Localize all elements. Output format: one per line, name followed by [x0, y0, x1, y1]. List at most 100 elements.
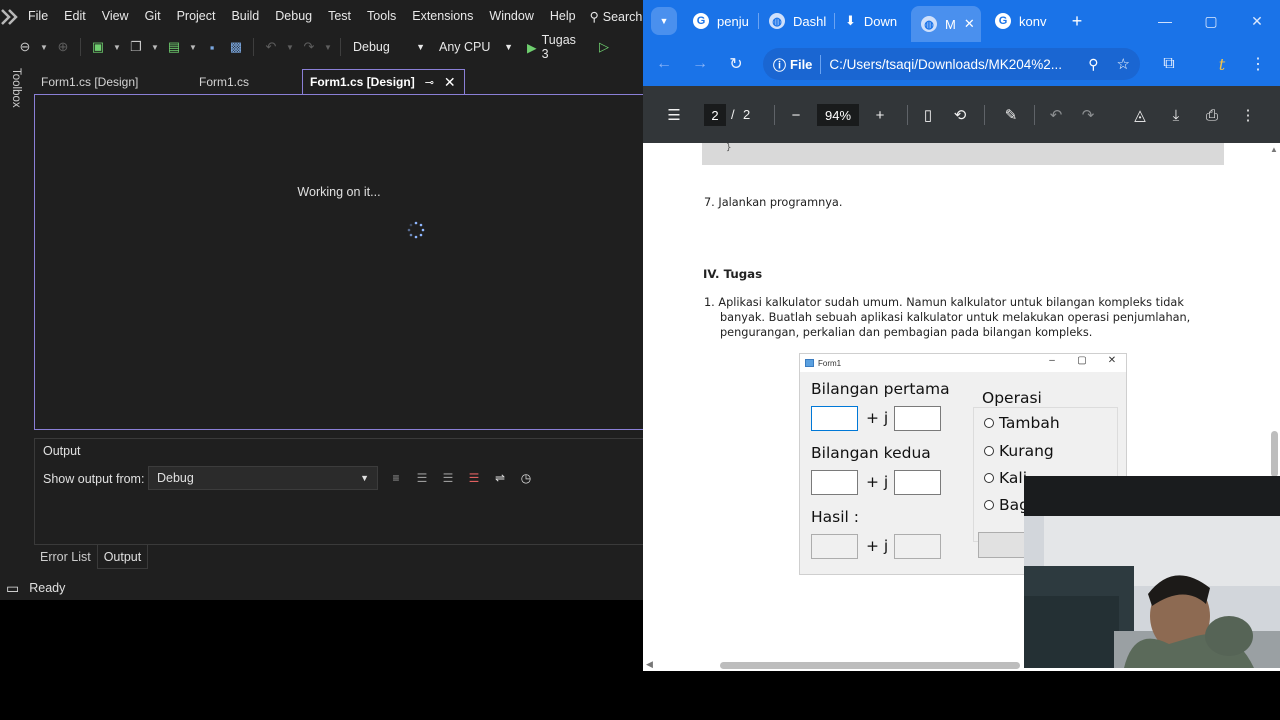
chrome-tab-1[interactable]: G penju — [683, 7, 755, 35]
site-info-label: File — [790, 56, 813, 72]
menu-test[interactable]: Test — [320, 0, 359, 33]
download-icon[interactable]: ⤓ — [1165, 104, 1187, 126]
page-number-input[interactable]: 2 — [704, 104, 726, 126]
save-all-icon[interactable]: ▩ — [225, 36, 247, 58]
new-project-icon[interactable]: ▣ — [87, 36, 109, 58]
maximize-icon[interactable]: ▢ — [1196, 8, 1226, 34]
word-wrap-icon[interactable]: ⇌ — [489, 467, 511, 489]
toolbox-tab[interactable]: Toolbox — [8, 68, 24, 116]
save-icon[interactable]: ▪ — [201, 36, 223, 58]
chrome-tab-title: penju — [717, 13, 749, 29]
find-message-icon[interactable]: ≡ — [385, 467, 407, 489]
chrome-tab-title: konv — [1019, 13, 1047, 29]
save-to-drive-icon[interactable]: ◬ — [1129, 104, 1151, 126]
undo-icon[interactable]: ↶ — [1045, 104, 1067, 126]
extensions-icon[interactable]: ⧉ — [1158, 53, 1180, 75]
platform-dropdown[interactable]: Any CPU ▼ — [433, 36, 519, 58]
configuration-dropdown[interactable]: Debug ▼ — [347, 36, 431, 58]
profile-extension-icon[interactable]: t — [1211, 53, 1233, 75]
menu-help[interactable]: Help — [542, 0, 584, 33]
pdf-toolbar: ☰ 2 / 2 − 94% + ▯ ⟲ ✎ ↶ ↷ ◬ ⤓ ⎙ ⋮ — [643, 86, 1280, 143]
new-file-caret-icon[interactable]: ▼ — [149, 43, 161, 52]
form-app-icon — [805, 359, 814, 367]
vs-search[interactable]: ⚲ Search — [584, 9, 649, 25]
tab-form1-design-1[interactable]: Form1.cs [Design] — [34, 69, 192, 94]
vs-logo-icon[interactable] — [0, 0, 20, 33]
designer-surface[interactable]: Working on it... — [34, 94, 643, 430]
scroll-up-icon[interactable]: ▲ — [1270, 145, 1278, 154]
menu-view[interactable]: View — [94, 0, 137, 33]
undo-caret-icon[interactable]: ▼ — [284, 43, 296, 52]
maximize-icon: ▢ — [1077, 355, 1087, 366]
clear-all-icon[interactable]: ☰ — [463, 467, 485, 489]
tab-output[interactable]: Output — [96, 545, 149, 569]
redo-icon[interactable]: ↷ — [1077, 104, 1099, 126]
tab-error-list[interactable]: Error List — [34, 545, 97, 569]
menu-extensions[interactable]: Extensions — [404, 0, 481, 33]
nav-forward-icon[interactable]: ⊕ — [52, 36, 74, 58]
close-window-icon[interactable]: ✕ — [1242, 8, 1272, 34]
new-project-caret-icon[interactable]: ▼ — [111, 43, 123, 52]
menu-icon[interactable]: ☰ — [663, 104, 685, 126]
bookmark-star-icon[interactable]: ☆ — [1117, 55, 1130, 73]
menu-edit[interactable]: Edit — [56, 0, 94, 33]
omnibox[interactable]: ⓘ File C:/Users/tsaqi/Downloads/MK204%2.… — [763, 48, 1140, 80]
url-text[interactable]: C:/Users/tsaqi/Downloads/MK204%2... — [829, 57, 1080, 72]
menu-window[interactable]: Window — [481, 0, 541, 33]
forward-icon[interactable]: → — [689, 53, 711, 75]
timestamp-icon[interactable]: ◷ — [515, 467, 537, 489]
second-imag-input — [894, 470, 941, 495]
chrome-menu-icon[interactable]: ⋮ — [1247, 53, 1269, 75]
open-folder-icon[interactable]: ▤ — [163, 36, 185, 58]
start-without-debug-icon[interactable]: ▷ — [593, 36, 615, 58]
close-icon[interactable]: ✕ — [964, 16, 975, 32]
new-tab-icon[interactable]: + — [1065, 7, 1089, 35]
start-debug-button[interactable]: ▶ Tugas 3 — [521, 33, 591, 61]
menu-file[interactable]: File — [20, 0, 56, 33]
zoom-icon[interactable]: ⚲ — [1088, 56, 1098, 73]
redo-icon[interactable]: ↷ — [298, 36, 320, 58]
redo-caret-icon[interactable]: ▼ — [322, 43, 334, 52]
menu-git[interactable]: Git — [137, 0, 169, 33]
fit-page-icon[interactable]: ▯ — [917, 104, 939, 126]
tab-form1-design-active[interactable]: Form1.cs [Design] ⊸ ✕ — [302, 69, 465, 94]
undo-icon[interactable]: ↶ — [260, 36, 282, 58]
status-notification-icon[interactable]: ▭ — [6, 580, 19, 597]
scroll-thumb[interactable] — [720, 662, 1020, 669]
minimize-icon[interactable]: — — [1150, 8, 1180, 34]
back-icon[interactable]: ← — [653, 53, 675, 75]
chrome-tab-3[interactable]: ⬇ Down — [835, 7, 909, 35]
menu-build[interactable]: Build — [223, 0, 267, 33]
chrome-tab-active[interactable]: ◍ M ✕ — [911, 6, 981, 42]
reload-icon[interactable]: ↻ — [725, 53, 747, 75]
chrome-tab-2[interactable]: ◍ Dashl — [759, 7, 833, 35]
annotate-pen-icon[interactable]: ✎ — [1000, 104, 1022, 126]
prev-message-icon[interactable]: ☰ — [411, 467, 433, 489]
output-source-dropdown[interactable]: Debug ▼ — [148, 466, 378, 490]
close-icon[interactable]: ✕ — [444, 74, 456, 91]
menu-debug[interactable]: Debug — [267, 0, 320, 33]
new-file-icon[interactable]: ❐ — [125, 36, 147, 58]
first-real-input — [811, 406, 858, 431]
nav-back-caret-icon[interactable]: ▼ — [38, 43, 50, 52]
scroll-left-icon[interactable]: ◀ — [646, 659, 653, 670]
chrome-tab-5[interactable]: G konv — [985, 7, 1065, 35]
tab-search-dropdown[interactable]: ▼ — [651, 7, 677, 35]
more-options-icon[interactable]: ⋮ — [1237, 104, 1259, 126]
zoom-out-icon[interactable]: − — [785, 104, 807, 126]
open-folder-caret-icon[interactable]: ▼ — [187, 43, 199, 52]
rotate-icon[interactable]: ⟲ — [949, 104, 971, 126]
menu-tools[interactable]: Tools — [359, 0, 404, 33]
task-line-1: 1. Aplikasi kalkulator sudah umum. Namun… — [704, 296, 1184, 309]
next-message-icon[interactable]: ☰ — [437, 467, 459, 489]
scroll-thumb[interactable] — [1271, 431, 1278, 477]
print-icon[interactable]: ⎙ — [1201, 104, 1223, 126]
tab-form1-code[interactable]: Form1.cs — [192, 69, 302, 94]
pin-icon[interactable]: ⊸ — [425, 76, 434, 89]
menu-project[interactable]: Project — [169, 0, 224, 33]
nav-back-icon[interactable]: ⊖ — [14, 36, 36, 58]
status-bar: ▭ Ready — [0, 576, 643, 600]
zoom-level-input[interactable]: 94% — [817, 104, 859, 126]
zoom-in-icon[interactable]: + — [869, 104, 891, 126]
site-info-chip[interactable]: ⓘ File — [773, 54, 822, 74]
